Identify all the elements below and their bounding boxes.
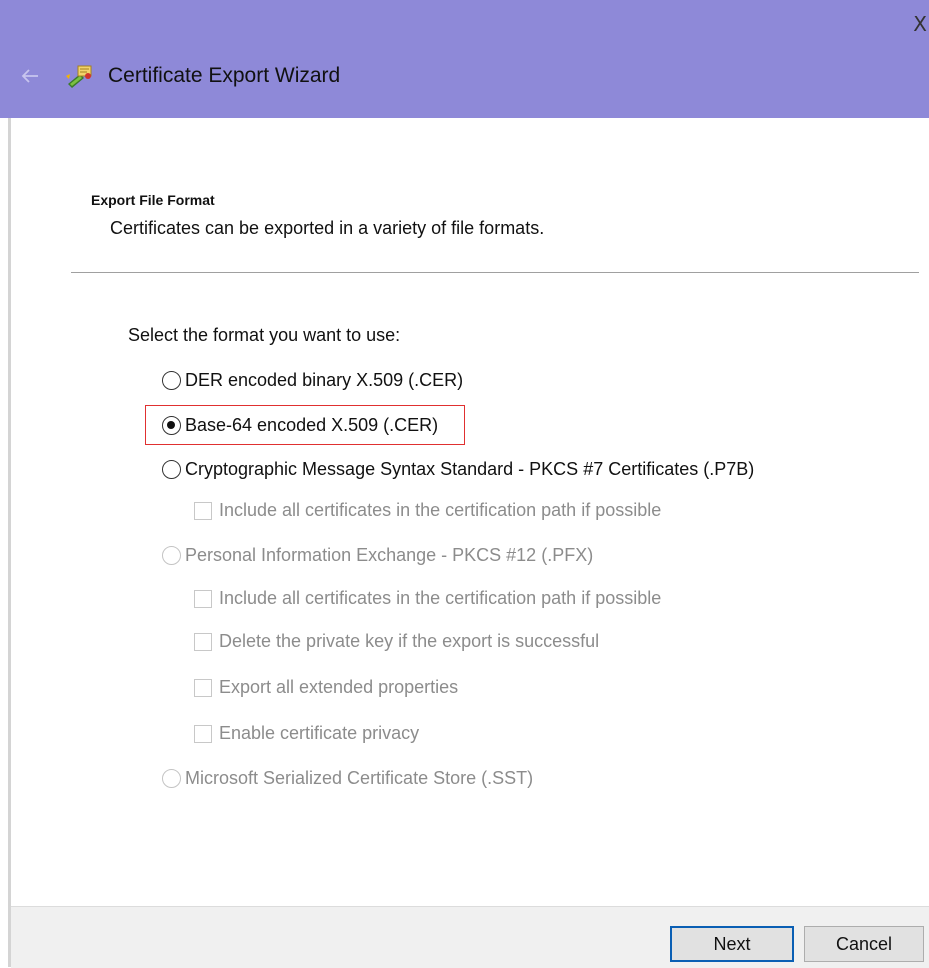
pkcs7-include-label: Include all certificates in the certific… bbox=[219, 500, 662, 520]
sst-radio-button bbox=[162, 769, 181, 788]
close-icon[interactable]: X bbox=[913, 14, 927, 34]
option-der-encoded[interactable]: DER encoded binary X.509 (.CER) bbox=[162, 370, 463, 391]
title-bar: X Certificate Export Wizard bbox=[0, 0, 929, 118]
option-pfx-export-extended: Export all extended properties bbox=[194, 677, 458, 698]
next-button[interactable]: Next bbox=[670, 926, 794, 962]
pfx-radio-button bbox=[162, 546, 181, 565]
pfx-delete-key-checkbox bbox=[194, 632, 212, 651]
option-pkcs7[interactable]: Cryptographic Message Syntax Standard - … bbox=[162, 459, 754, 480]
back-arrow-icon[interactable] bbox=[18, 64, 42, 88]
page-heading: Export File Format bbox=[91, 192, 215, 208]
format-prompt: Select the format you want to use: bbox=[128, 325, 401, 345]
base64-radio-button[interactable] bbox=[162, 416, 181, 435]
title-bar-top bbox=[0, 0, 929, 10]
base64-label: Base-64 encoded X.509 (.CER) bbox=[185, 415, 439, 435]
pfx-include-checkbox bbox=[194, 589, 212, 608]
sst-label: Microsoft Serialized Certificate Store (… bbox=[185, 768, 534, 788]
option-sst: Microsoft Serialized Certificate Store (… bbox=[162, 768, 533, 789]
window-title: Certificate Export Wizard bbox=[108, 64, 341, 87]
der-radio-button[interactable] bbox=[162, 371, 181, 390]
der-label: DER encoded binary X.509 (.CER) bbox=[185, 370, 464, 390]
pkcs7-include-checkbox bbox=[194, 501, 212, 520]
pkcs7-label: Cryptographic Message Syntax Standard - … bbox=[185, 459, 755, 479]
pfx-privacy-label: Enable certificate privacy bbox=[219, 723, 420, 743]
page-subheading: Certificates can be exported in a variet… bbox=[110, 218, 545, 238]
certificate-export-wizard-window: X Certificate Export Wizard Export File … bbox=[0, 0, 929, 968]
option-pfx: Personal Information Exchange - PKCS #12… bbox=[162, 545, 593, 566]
pkcs7-radio-button[interactable] bbox=[162, 460, 181, 479]
cancel-button[interactable]: Cancel bbox=[804, 926, 924, 962]
option-base64-encoded[interactable]: Base-64 encoded X.509 (.CER) bbox=[162, 415, 438, 436]
certificate-wizard-icon bbox=[66, 65, 92, 88]
pfx-privacy-checkbox bbox=[194, 724, 212, 743]
pfx-export-extended-label: Export all extended properties bbox=[219, 677, 459, 697]
header-divider bbox=[71, 272, 919, 273]
option-pfx-include-path: Include all certificates in the certific… bbox=[194, 588, 661, 609]
pfx-include-label: Include all certificates in the certific… bbox=[219, 588, 662, 608]
option-pfx-delete-key: Delete the private key if the export is … bbox=[194, 631, 599, 652]
pfx-export-extended-checkbox bbox=[194, 678, 212, 697]
window-left-border bbox=[8, 0, 11, 967]
option-pfx-privacy: Enable certificate privacy bbox=[194, 723, 419, 744]
pfx-delete-key-label: Delete the private key if the export is … bbox=[219, 631, 600, 651]
pfx-label: Personal Information Exchange - PKCS #12… bbox=[185, 545, 594, 565]
option-pkcs7-include-path: Include all certificates in the certific… bbox=[194, 500, 661, 521]
